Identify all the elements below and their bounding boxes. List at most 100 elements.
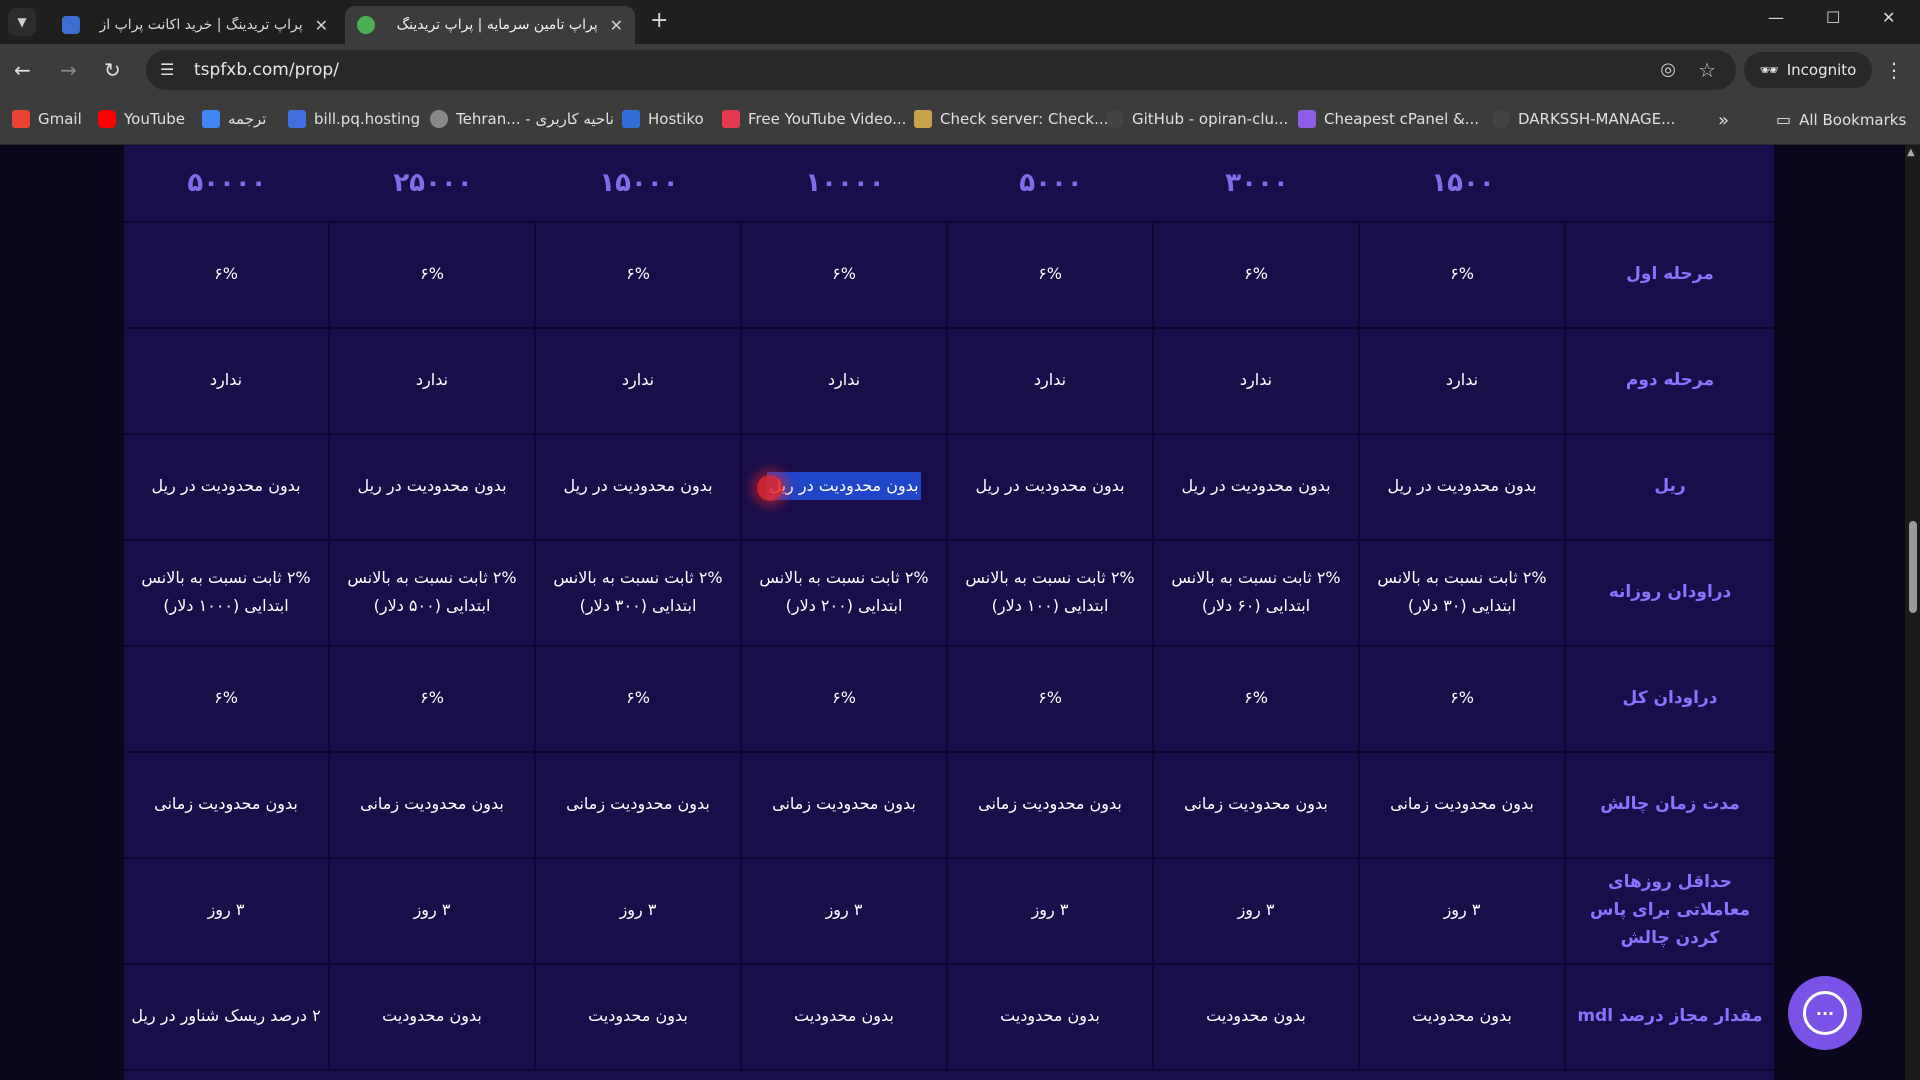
page-scrollbar[interactable]: ▲	[1905, 145, 1920, 1080]
table-cell: ۶%	[742, 221, 948, 327]
table-cell: ۲% ثابت نسبت به بالانس ابتدایی (۳۰ دلار)	[1360, 539, 1566, 645]
header-plan-5000: ۵۰۰۰	[1019, 168, 1083, 198]
bookmark-darkssh[interactable]: DARKSSH-MANAGE...	[1492, 110, 1675, 128]
table-cell: ندارد	[1154, 327, 1360, 433]
browser-menu-icon[interactable]: ⋮	[1884, 58, 1904, 82]
incognito-label: Incognito	[1786, 61, 1857, 79]
chat-bubble-icon: ···	[1803, 991, 1847, 1035]
header-plan-50000: ۵۰۰۰۰	[187, 168, 267, 198]
table-cell: بدون محدودیت در ریل	[1360, 433, 1566, 539]
bookmark-star-icon[interactable]: ☆	[1698, 58, 1716, 82]
table-cell: ندارد	[124, 327, 330, 433]
github-icon	[1106, 110, 1124, 128]
tab-search-chevron-icon[interactable]: ▼	[8, 8, 36, 36]
mouse-cursor-highlight	[757, 475, 783, 501]
scroll-up-arrow-icon[interactable]: ▲	[1907, 147, 1915, 158]
table-cell: ۲% ثابت نسبت به بالانس ابتدایی (۶۰ دلار)	[1154, 539, 1360, 645]
table-cell: بدون محدودیت	[1360, 963, 1566, 1069]
browser-toolbar: ← → ↻ ☰ tspfxb.com/prop/ ◎ ☆ 🕶 Incognito…	[0, 44, 1920, 96]
new-tab-plus-icon[interactable]: +	[650, 8, 668, 33]
row-label: مرحله دوم	[1625, 370, 1715, 390]
table-cell: بدون محدودیت زمانی	[1360, 751, 1566, 857]
bookmark-bill-pq[interactable]: bill.pq.hosting	[288, 110, 420, 128]
bookmark-cpanel[interactable]: Cheapest cPanel &...	[1298, 110, 1479, 128]
bookmark-label: GitHub - opiran-clu...	[1132, 110, 1289, 128]
tab-title: پراپ تریدینگ | خرید اکانت پراپ از	[99, 17, 303, 33]
tab-prop-trading-buy[interactable]: پراپ تریدینگ | خرید اکانت پراپ از ✕	[50, 6, 340, 44]
bookmark-label: Free YouTube Video...	[748, 110, 907, 128]
tab-close-icon[interactable]: ✕	[315, 16, 328, 35]
all-bookmarks-label: All Bookmarks	[1799, 110, 1907, 129]
table-cell: ۶%	[124, 221, 330, 327]
table-header-row: ۵۰۰۰۰ ۲۵۰۰۰ ۱۵۰۰۰ ۱۰۰۰۰ ۵۰۰۰ ۳۰۰۰ ۱۵۰۰	[124, 145, 1774, 223]
table-row: ۶% ۶% ۶% ۶% ۶% ۶% ۶% دراودان کل	[124, 645, 1774, 753]
bookmark-github[interactable]: GitHub - opiran-clu...	[1106, 110, 1288, 128]
table-cell: ۶%	[536, 645, 742, 751]
table-cell: بدون محدودیت زمانی	[536, 751, 742, 857]
table-cell: ۲% ثابت نسبت به بالانس ابتدایی (۱۰۰ دلار…	[948, 539, 1154, 645]
bookmark-translate[interactable]: ترجمه	[202, 110, 266, 128]
row-label: مدت زمان چالش	[1600, 794, 1740, 814]
bookmark-label: Cheapest cPanel &...	[1324, 110, 1480, 128]
address-bar[interactable]: ☰ tspfxb.com/prop/ ◎ ☆	[146, 50, 1736, 90]
url-text[interactable]: tspfxb.com/prop/	[194, 60, 339, 80]
row-label: دراودان روزانه	[1608, 582, 1732, 602]
table-cell: بدون محدودیت در ریل	[124, 433, 330, 539]
site-info-icon[interactable]: ☰	[160, 60, 174, 79]
table-cell: بدون محدودیت زمانی	[124, 751, 330, 857]
incognito-badge[interactable]: 🕶 Incognito	[1744, 52, 1872, 88]
header-plan-1500: ۱۵۰۰	[1431, 168, 1495, 198]
bookmarks-bar: Gmail YouTube ترجمه bill.pq.hosting Tehr…	[0, 96, 1920, 145]
table-row: ندارد ندارد ندارد ندارد ندارد ندارد ندار…	[124, 327, 1774, 435]
table-cell: ۶%	[948, 645, 1154, 751]
table-cell: بدون محدودیت	[1154, 963, 1360, 1069]
scrollbar-thumb[interactable]	[1909, 521, 1917, 613]
tab-prop-funding[interactable]: پراپ تامین سرمایه | پراپ تریدینگ ✕	[345, 6, 635, 44]
bookmark-label: DARKSSH-MANAGE...	[1518, 110, 1676, 128]
bookmark-gmail[interactable]: Gmail	[12, 110, 82, 128]
table-cell: ۳ روز	[742, 857, 948, 963]
bookmark-tehran[interactable]: Tehran... - ناحیه کاربری	[430, 110, 614, 128]
table-cell: ۲% ثابت نسبت به بالانس ابتدایی (۱۰۰۰ دلا…	[124, 539, 330, 645]
github-icon	[1492, 110, 1510, 128]
table-cell: بدون محدودیت	[742, 963, 948, 1069]
table-cell: ۲ درصد ریسک شناور در ریل	[124, 963, 330, 1069]
bookmark-free-youtube[interactable]: Free YouTube Video...	[722, 110, 906, 128]
bookmark-label: YouTube	[124, 110, 185, 128]
support-chat-button[interactable]: ···	[1788, 976, 1862, 1050]
reload-icon[interactable]: ↻	[104, 58, 121, 82]
minimize-icon[interactable]: —	[1768, 8, 1784, 27]
back-arrow-icon[interactable]: ←	[14, 58, 31, 82]
translate-icon	[202, 110, 220, 128]
table-cell: بدون محدودیت در ریل	[330, 433, 536, 539]
window-close-icon[interactable]: ✕	[1882, 8, 1895, 27]
table-cell: ندارد	[330, 327, 536, 433]
table-cell: بدون محدودیت	[536, 963, 742, 1069]
bookmark-youtube[interactable]: YouTube	[98, 110, 185, 128]
bookmark-label: Check server: Check...	[940, 110, 1109, 128]
bookmark-label: Gmail	[38, 110, 82, 128]
youtube-icon	[98, 110, 116, 128]
tab-title: پراپ تامین سرمایه | پراپ تریدینگ	[396, 17, 598, 33]
row-label: مقدار مجاز درصد mdl	[1577, 1006, 1763, 1026]
tab-close-icon[interactable]: ✕	[610, 16, 623, 35]
cpanel-heart-icon	[1298, 110, 1316, 128]
table-cell: ندارد	[948, 327, 1154, 433]
incognito-icon: 🕶	[1759, 61, 1779, 79]
bookmark-check-server[interactable]: Check server: Check...	[914, 110, 1108, 128]
table-cell: ۳ روز	[1154, 857, 1360, 963]
maximize-icon[interactable]: ☐	[1826, 8, 1840, 27]
table-cell: بدون محدودیت در ریل	[1154, 433, 1360, 539]
table-cell: ندارد	[1360, 327, 1566, 433]
table-row: بدون محدودیت در ریل بدون محدودیت در ریل …	[124, 433, 1774, 541]
bookmark-label: bill.pq.hosting	[314, 110, 421, 128]
bookmark-label: Hostiko	[648, 110, 704, 128]
bookmark-label: ترجمه	[228, 110, 267, 128]
bookmark-hostiko[interactable]: Hostiko	[622, 110, 704, 128]
all-bookmarks[interactable]: ▭ All Bookmarks	[1776, 110, 1906, 129]
tracking-eye-off-icon[interactable]: ◎	[1660, 59, 1676, 80]
forward-arrow-icon[interactable]: →	[60, 58, 77, 82]
more-bookmarks-chevron-icon[interactable]: »	[1718, 110, 1729, 131]
table-cell: بدون محدودیت زمانی	[948, 751, 1154, 857]
table-cell: ۳ روز	[330, 857, 536, 963]
